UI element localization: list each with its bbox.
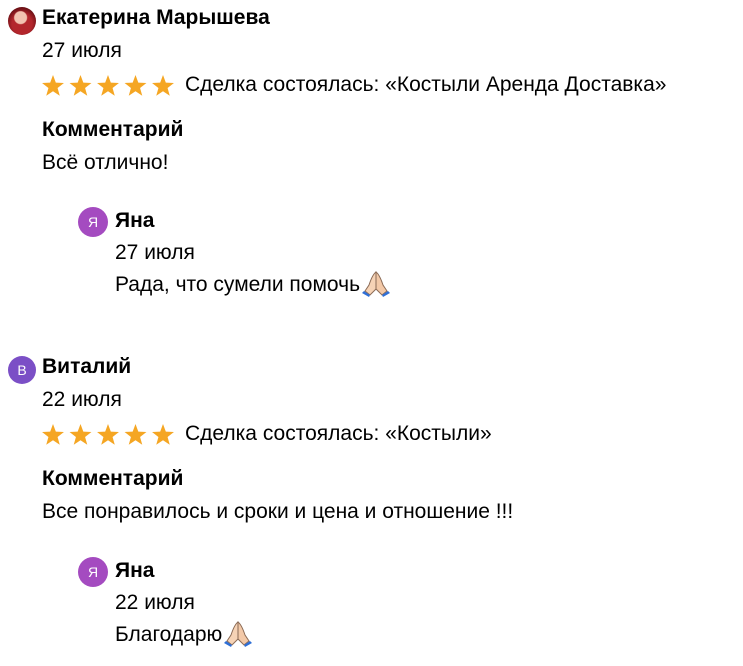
reply-date: 22 июля [115, 591, 195, 614]
comment-heading: Комментарий [42, 467, 184, 490]
reply-text-label: Благодарю [115, 623, 223, 646]
reply-author[interactable]: Яна [115, 209, 154, 233]
reply-date: 27 июля [115, 241, 195, 264]
avatar[interactable] [8, 7, 36, 35]
star-icon [42, 75, 64, 96]
rating-stars [42, 424, 174, 445]
praying-hands-icon [224, 621, 253, 647]
reply-text: Благодарю [115, 621, 253, 647]
reviews-page: Екатерина Марышева 27 июля Сделка состоя… [0, 0, 743, 666]
star-icon [124, 75, 147, 96]
praying-hands-icon [362, 271, 391, 297]
star-icon [97, 75, 119, 96]
star-icon [97, 424, 119, 445]
reply-avatar[interactable]: Я [78, 557, 108, 587]
comment-heading: Комментарий [42, 118, 184, 141]
reply-author[interactable]: Яна [115, 559, 154, 583]
avatar[interactable]: В [8, 356, 36, 384]
deal-status: Сделка состоялась: «Костыли» [185, 422, 492, 445]
star-icon [69, 75, 92, 96]
review-date: 22 июля [42, 388, 122, 411]
star-icon [124, 424, 147, 445]
reply-avatar[interactable]: Я [78, 207, 108, 237]
comment-text: Всё отлично! [42, 151, 169, 174]
reply-text-label: Рада, что сумели помочь [115, 273, 361, 296]
star-icon [152, 75, 174, 96]
star-icon [152, 424, 174, 445]
comment-text: Все понравилось и сроки и цена и отношен… [42, 500, 514, 523]
star-icon [69, 424, 92, 445]
review-author[interactable]: Екатерина Марышева [42, 6, 270, 30]
reply-text: Рада, что сумели помочь [115, 271, 391, 297]
star-icon [42, 424, 64, 445]
deal-status: Сделка состоялась: «Костыли Аренда Доста… [185, 73, 667, 96]
review-author[interactable]: Виталий [42, 355, 131, 379]
review-date: 27 июля [42, 39, 122, 62]
rating-stars [42, 75, 174, 96]
